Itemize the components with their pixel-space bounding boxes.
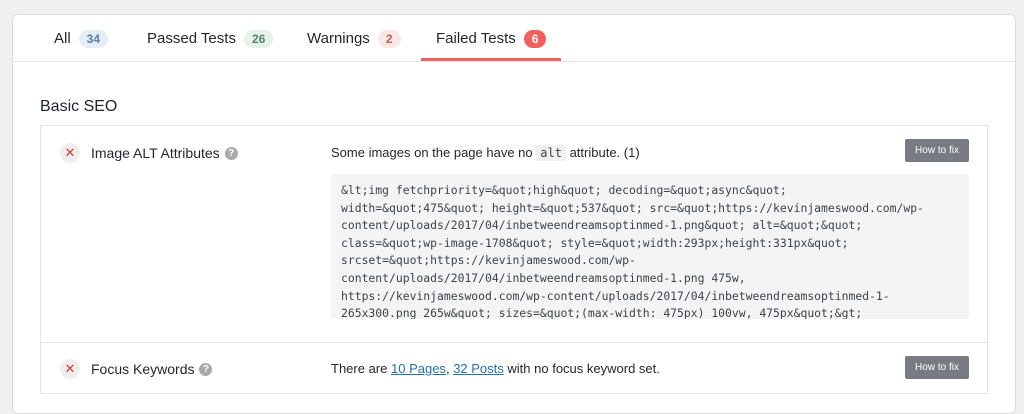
how-to-fix-button[interactable]: How to fix bbox=[905, 139, 969, 162]
posts-link[interactable]: 32 Posts bbox=[453, 361, 504, 376]
alt-code: alt bbox=[536, 145, 566, 161]
message-text: attribute. (1) bbox=[569, 145, 640, 160]
tab-failed-tests[interactable]: Failed Tests 6 bbox=[436, 15, 547, 62]
tab-warnings[interactable]: Warnings 2 bbox=[307, 15, 401, 62]
test-name-label: Image ALT Attributes bbox=[91, 145, 220, 161]
test-name: Image ALT Attributes ? bbox=[91, 145, 238, 161]
seo-analysis-panel: All 34 Passed Tests 26 Warnings 2 Failed… bbox=[12, 14, 1016, 414]
help-icon[interactable]: ? bbox=[224, 146, 238, 160]
tab-label: Failed Tests bbox=[436, 30, 516, 47]
test-row-image-alt: ✕ Image ALT Attributes ? Some images on … bbox=[40, 125, 988, 343]
code-snippet: &lt;img fetchpriority=&quot;high&quot; d… bbox=[331, 174, 969, 319]
tab-label: All bbox=[54, 30, 71, 47]
tab-count-badge: 34 bbox=[78, 29, 109, 48]
message-separator: , bbox=[445, 361, 450, 376]
close-icon: ✕ bbox=[60, 359, 80, 379]
test-name: Focus Keywords ? bbox=[91, 361, 213, 377]
section-title: Basic SEO bbox=[40, 98, 118, 115]
message-text: Some images on the page have no bbox=[331, 145, 533, 160]
test-message: There are 10 Pages, 32 Posts with no foc… bbox=[331, 361, 660, 376]
tab-count-badge: 6 bbox=[523, 29, 547, 48]
tab-passed-tests[interactable]: Passed Tests 26 bbox=[147, 15, 274, 62]
tab-all[interactable]: All 34 bbox=[54, 15, 109, 62]
message-text: There are bbox=[331, 361, 388, 376]
test-filter-tabs: All 34 Passed Tests 26 Warnings 2 Failed… bbox=[13, 15, 1015, 62]
tab-label: Warnings bbox=[307, 30, 370, 47]
help-icon[interactable]: ? bbox=[199, 362, 213, 376]
close-icon: ✕ bbox=[60, 143, 80, 163]
test-message: Some images on the page have no alt attr… bbox=[331, 145, 640, 161]
test-name-label: Focus Keywords bbox=[91, 361, 195, 377]
tab-count-badge: 26 bbox=[243, 29, 274, 48]
message-text: with no focus keyword set. bbox=[507, 361, 660, 376]
how-to-fix-button[interactable]: How to fix bbox=[905, 356, 969, 379]
tab-label: Passed Tests bbox=[147, 30, 236, 47]
tab-count-badge: 2 bbox=[377, 29, 401, 48]
pages-link[interactable]: 10 Pages bbox=[391, 361, 446, 376]
active-tab-indicator bbox=[421, 58, 561, 61]
test-row-focus-keywords: ✕ Focus Keywords ? There are 10 Pages, 3… bbox=[40, 342, 988, 394]
